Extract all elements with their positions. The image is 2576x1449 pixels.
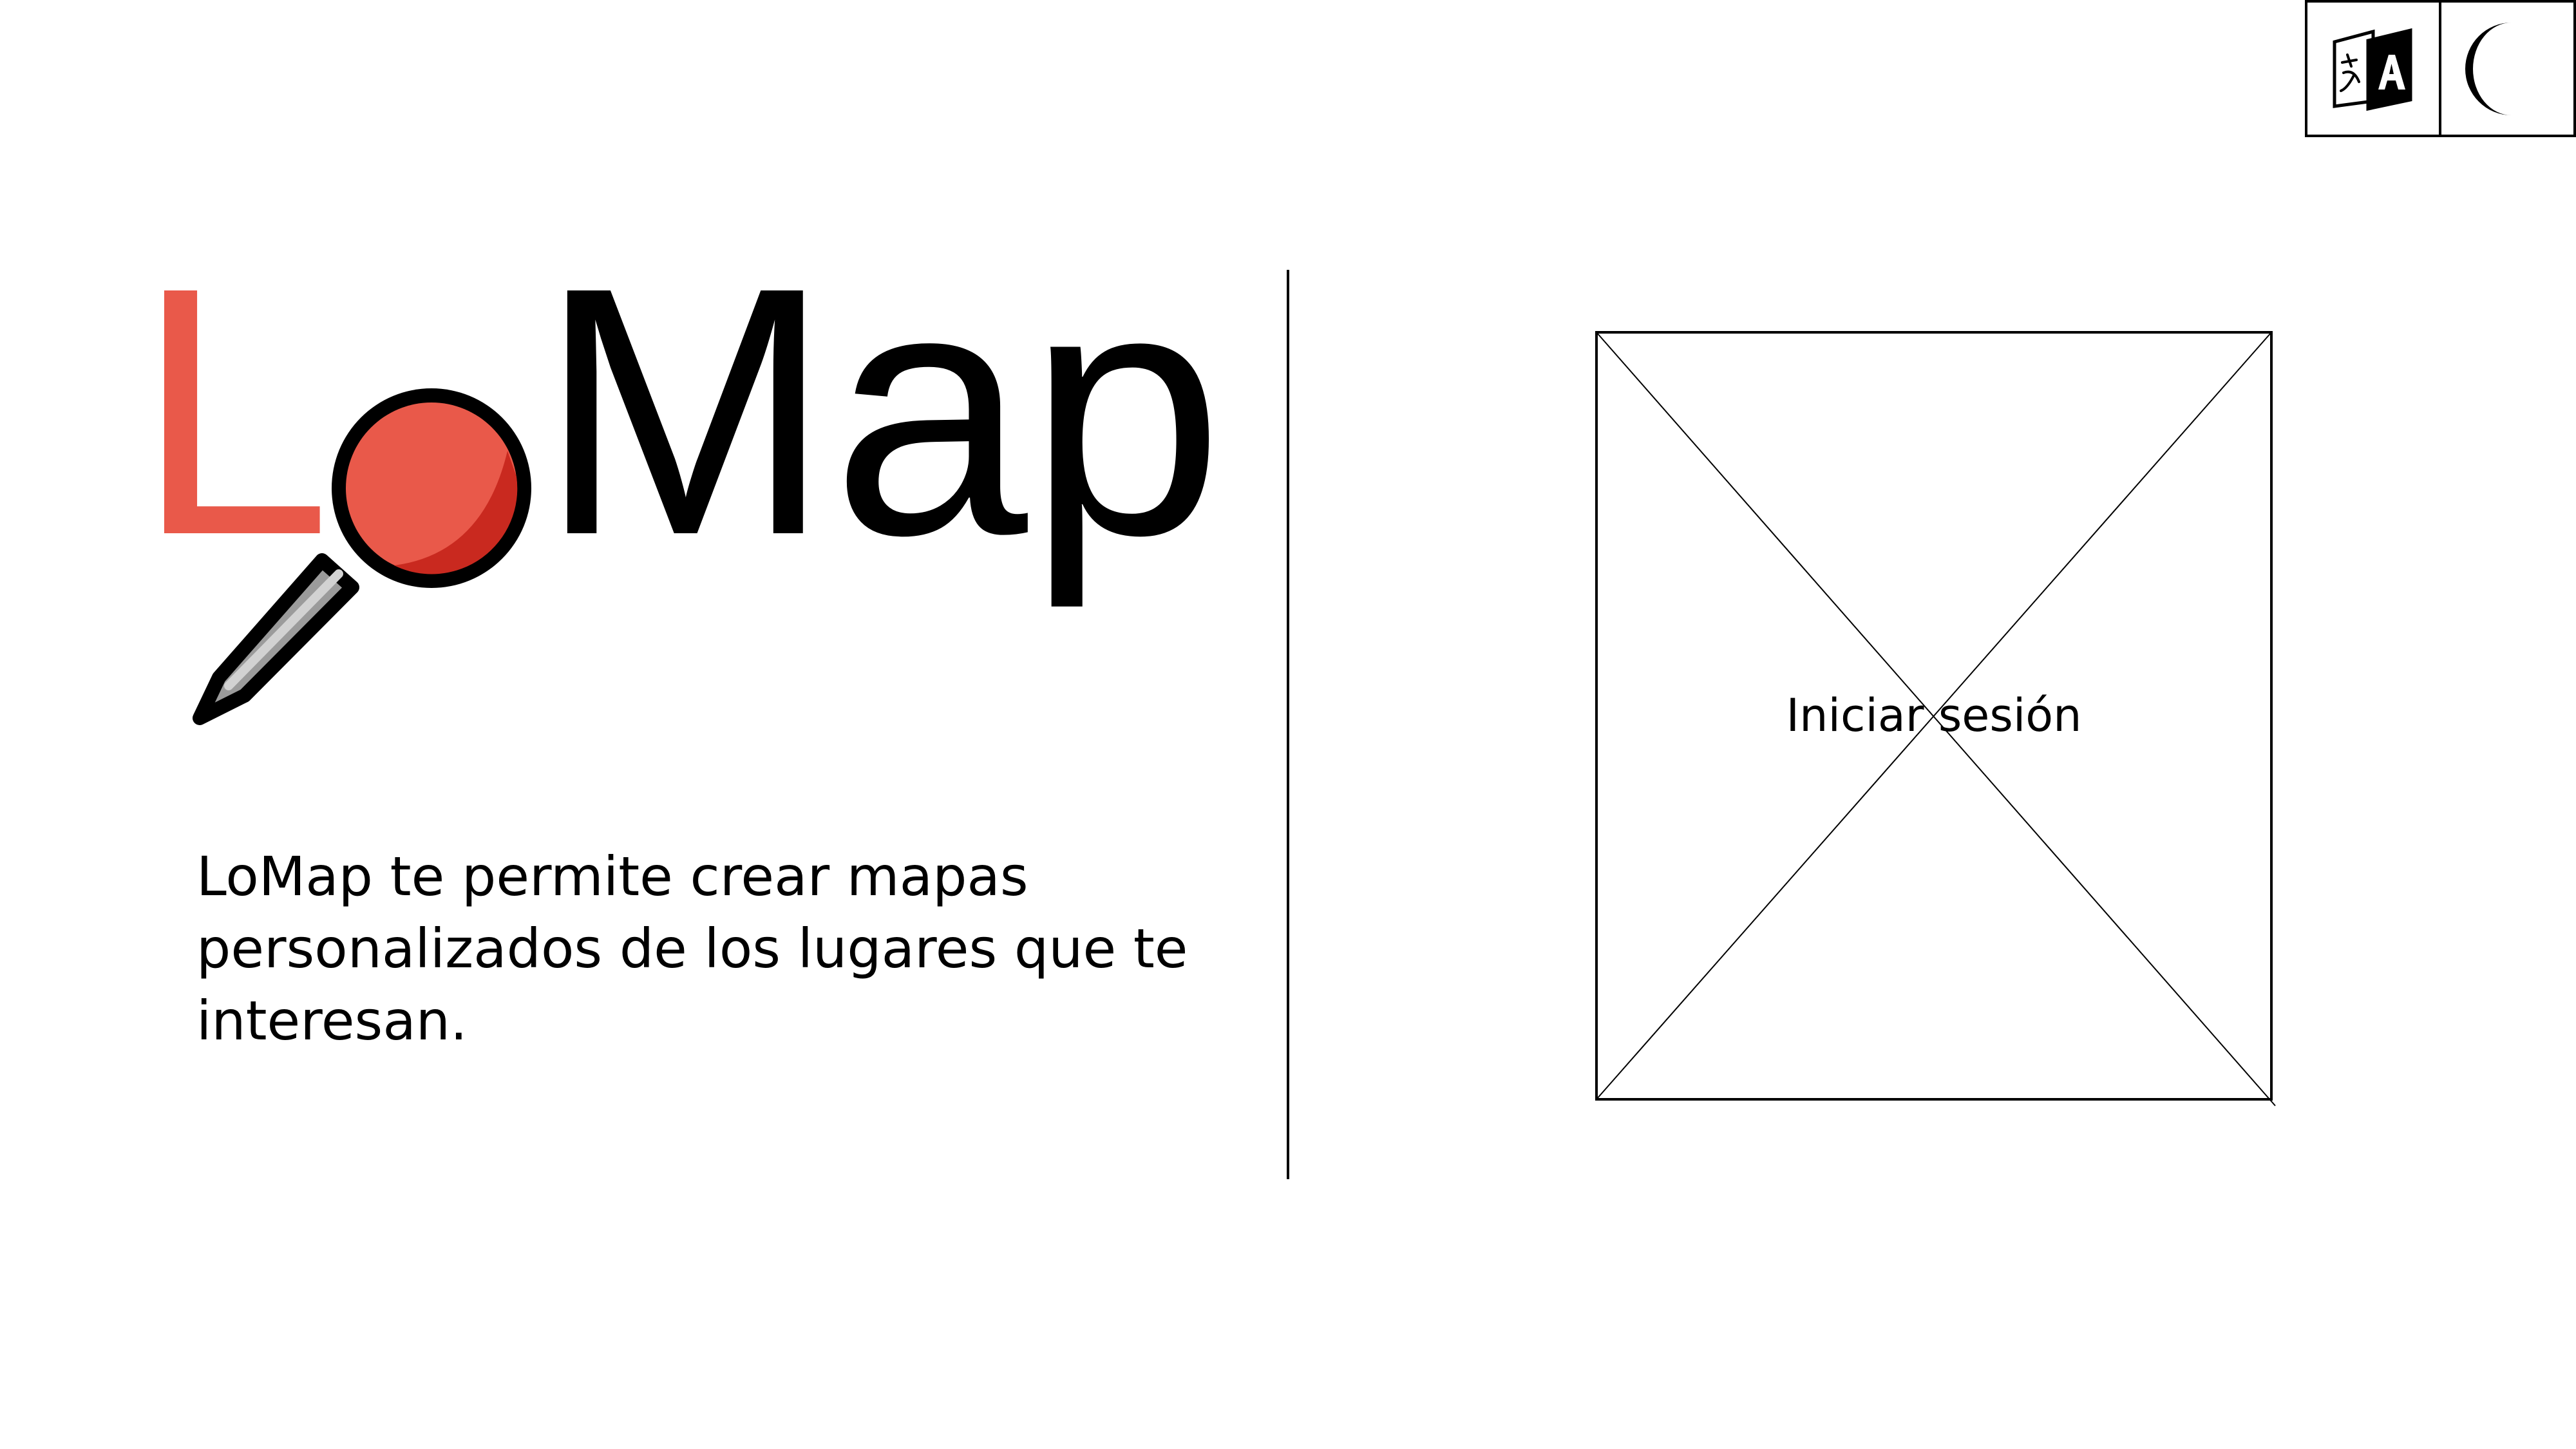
login-button[interactable]: Iniciar sesión bbox=[1595, 688, 2273, 743]
logo-wordmark: Map bbox=[538, 258, 1224, 611]
logo-letter-l: L bbox=[135, 258, 332, 609]
theme-toggle-button[interactable] bbox=[2441, 0, 2576, 137]
vertical-divider bbox=[1287, 270, 1289, 1179]
translate-icon bbox=[2333, 28, 2412, 111]
top-toolbar bbox=[2305, 0, 2576, 137]
moon-icon bbox=[2465, 22, 2512, 115]
login-placeholder[interactable]: Iniciar sesión bbox=[1595, 331, 2276, 1106]
app-description: LoMap te permite crear mapas personaliza… bbox=[196, 845, 1188, 1052]
language-button[interactable] bbox=[2305, 0, 2441, 137]
lomap-logo: L Map bbox=[135, 258, 1230, 773]
